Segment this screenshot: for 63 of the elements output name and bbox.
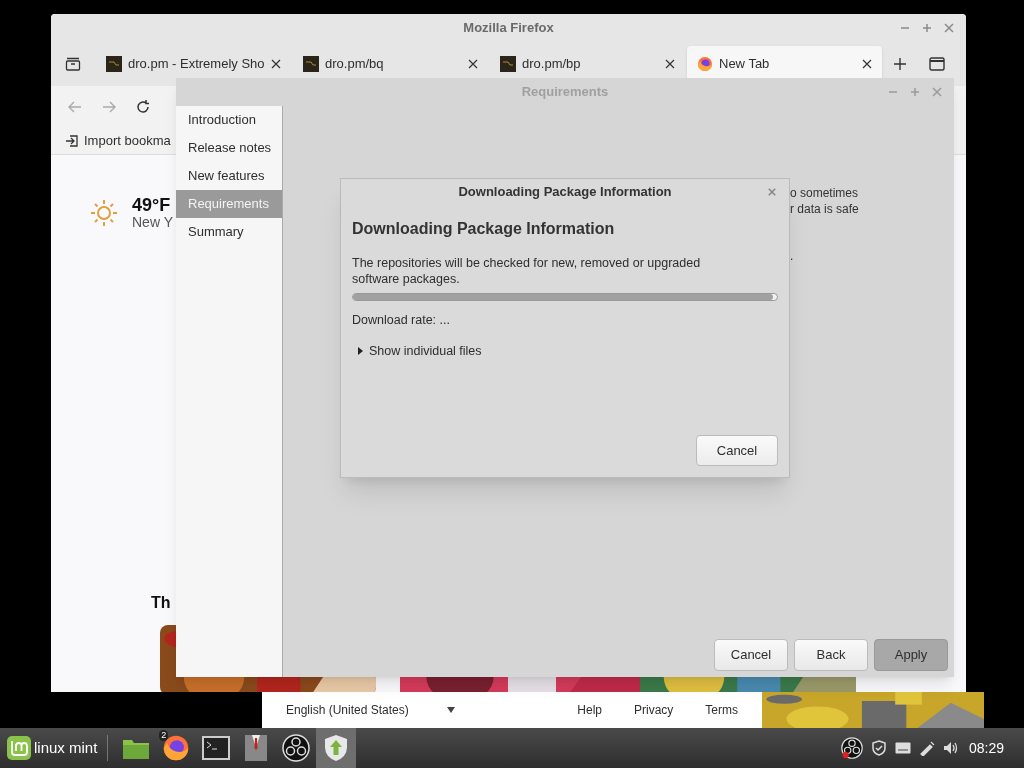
- terminal-icon: [202, 736, 231, 760]
- footer-link[interactable]: Privacy: [634, 701, 674, 719]
- tab-list-icon[interactable]: [65, 56, 81, 72]
- obs-icon: [282, 734, 311, 762]
- footer-link[interactable]: Terms: [705, 701, 738, 719]
- taskbar-app[interactable]: 2: [156, 728, 197, 768]
- tab-title: New Tab: [719, 55, 771, 74]
- maximize-icon[interactable]: [922, 23, 932, 33]
- notice-text: r data is safe: [790, 201, 859, 218]
- step-item[interactable]: Summary: [176, 218, 282, 246]
- window-title: Mozilla Firefox: [463, 19, 554, 38]
- dialog-heading: Downloading Package Information: [352, 219, 616, 239]
- volume-icon[interactable]: [942, 740, 959, 756]
- cancel-button[interactable]: Cancel: [696, 435, 778, 466]
- bookmark-item[interactable]: Import bookma: [84, 131, 171, 151]
- browser-tab[interactable]: dro.pm - Extremely Sho: [96, 46, 291, 82]
- sun-icon: [90, 198, 118, 227]
- expander-arrow-icon: [358, 347, 363, 356]
- window-icon[interactable]: [929, 57, 945, 71]
- suit-icon: [244, 734, 269, 762]
- tab-title: dro.pm - Extremely Sho: [128, 55, 265, 74]
- footer-link[interactable]: Help: [577, 701, 602, 719]
- import-icon: [65, 134, 79, 148]
- pen-icon[interactable]: [918, 740, 935, 756]
- close-icon[interactable]: [862, 59, 872, 69]
- wizard-button[interactable]: Apply: [874, 639, 948, 671]
- browser-tab[interactable]: dro.pm/bp: [490, 46, 685, 82]
- section-heading: Th: [151, 593, 171, 613]
- plus-icon[interactable]: [893, 57, 907, 71]
- notice-text: .: [790, 248, 794, 265]
- obs-icon[interactable]: [840, 737, 863, 759]
- location: New Y: [132, 215, 173, 230]
- caret-icon: [447, 707, 456, 713]
- tab-title: dro.pm/bp: [522, 55, 582, 74]
- close-icon[interactable]: [468, 59, 478, 69]
- close-icon[interactable]: [665, 59, 675, 69]
- taskbar-app[interactable]: [316, 728, 357, 768]
- close-icon[interactable]: [271, 59, 281, 69]
- site-icon: [500, 56, 516, 72]
- files-expander[interactable]: Show individual files: [358, 341, 778, 361]
- step-item[interactable]: New features: [176, 162, 282, 190]
- dialog-title: Downloading Package Information: [458, 183, 672, 202]
- site-icon: [303, 56, 319, 72]
- dialog-description: The repositories will be checked for new, removed or upgraded software packages.: [352, 255, 702, 287]
- menu-button[interactable]: linux mint: [0, 728, 108, 768]
- tab-title: dro.pm/bq: [325, 55, 385, 74]
- notification-badge: 2: [159, 730, 169, 741]
- site-icon: [106, 56, 122, 72]
- clock[interactable]: 08:29: [968, 737, 1004, 759]
- notice-text: o sometimes: [790, 185, 859, 202]
- shield-arrow-icon: [324, 734, 349, 762]
- keyboard-icon[interactable]: [894, 742, 911, 754]
- download-rate: Download rate: ...: [352, 312, 451, 329]
- firefox-icon: [162, 734, 191, 762]
- shield-icon[interactable]: [870, 740, 887, 756]
- temperature: 49°F: [132, 195, 172, 215]
- language-dropdown[interactable]: English (United States): [286, 701, 456, 719]
- browser-tab[interactable]: dro.pm/bq: [293, 46, 488, 82]
- mint-logo-icon: [6, 735, 32, 761]
- firefox-icon: [697, 56, 713, 72]
- reload-icon[interactable]: [135, 99, 151, 115]
- step-item[interactable]: Introduction: [176, 106, 282, 134]
- step-item[interactable]: Release notes: [176, 134, 282, 162]
